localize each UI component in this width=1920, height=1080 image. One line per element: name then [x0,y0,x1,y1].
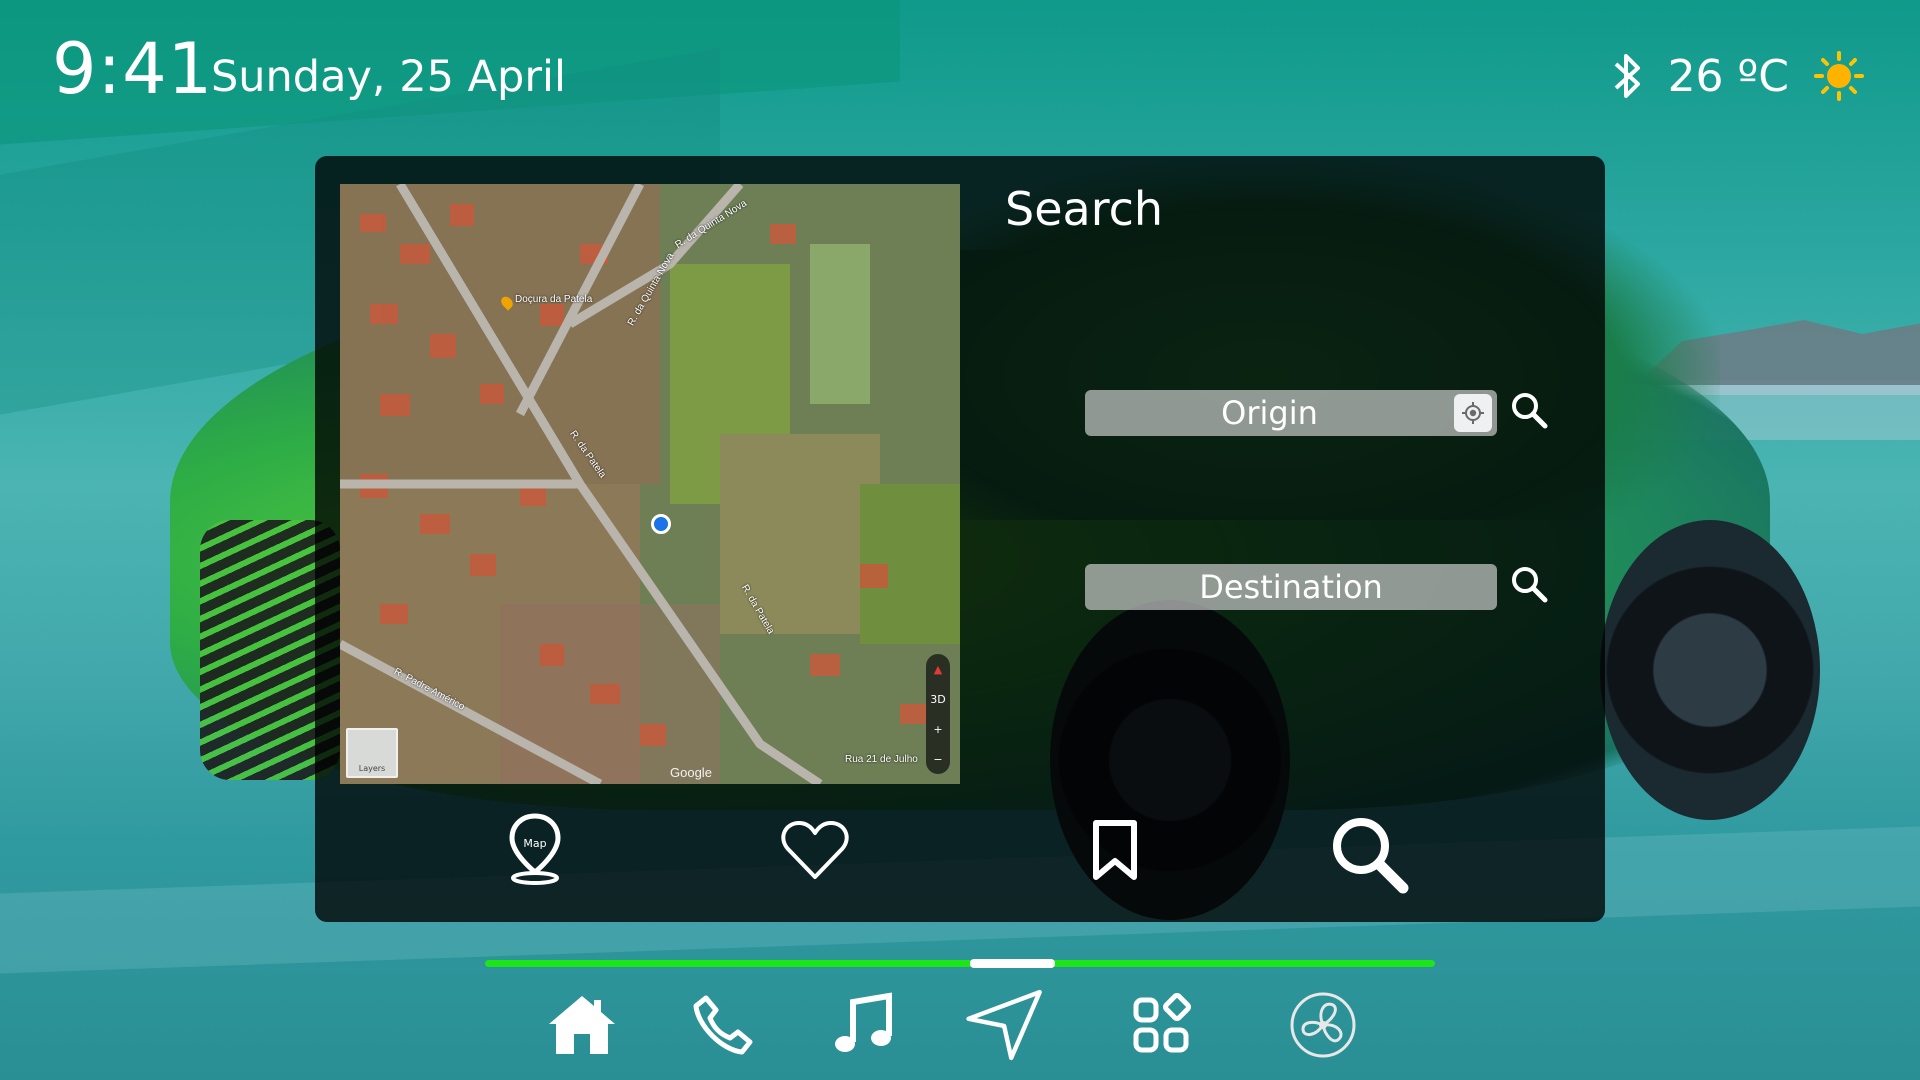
dock-phone-button[interactable] [683,985,763,1065]
temperature-readout: 26 ºC [1667,50,1789,102]
bottom-dock [0,985,1920,1080]
tab-favorites[interactable] [775,810,855,890]
map-controls: ▲ 3D + − [926,654,950,774]
navigation-arrow-icon [966,989,1042,1061]
dock-home-button[interactable] [542,985,622,1065]
street-label: Rua 21 de Julho [845,754,918,765]
satellite-map[interactable]: Doçura da Patela R. da Quinta Nova R. da… [340,184,960,784]
sun-icon [1813,50,1865,102]
current-location-dot [651,514,671,534]
map-zoom-in-button[interactable]: + [933,723,942,736]
map-layers-button[interactable]: Layers [346,728,398,778]
locate-me-button[interactable] [1454,394,1492,432]
crosshair-icon [1462,402,1484,424]
heart-icon [781,821,849,879]
bookmark-icon [1093,820,1137,880]
origin-field[interactable]: Origin [1085,390,1497,436]
svg-text:Map: Map [523,837,546,850]
search-title: Search [1005,182,1164,236]
navigation-search-panel: Doçura da Patela R. da Quinta Nova R. da… [315,156,1605,922]
dock-navigation-button[interactable] [965,985,1045,1065]
map-3d-button[interactable]: 3D [930,693,945,706]
fan-icon [1290,992,1356,1058]
phone-icon [693,995,753,1055]
dock-climate-button[interactable] [1283,985,1363,1065]
page-indicator[interactable] [485,959,1435,968]
poi-label: Doçura da Patela [515,294,593,305]
search-icon [1512,567,1548,603]
bluetooth-icon[interactable] [1610,50,1644,102]
map-zoom-out-button[interactable]: − [933,753,942,766]
map-attribution: Google [670,765,712,780]
dock-apps-button[interactable] [1125,985,1205,1065]
compass-icon[interactable]: ▲ [934,663,942,676]
tab-search[interactable] [1320,810,1420,900]
music-icon [835,992,892,1052]
panel-tab-bar: Map [315,810,1605,900]
search-icon [1512,393,1548,429]
tab-saved[interactable] [1075,810,1155,890]
home-icon [549,996,615,1054]
origin-search-button[interactable] [1507,388,1551,432]
destination-field[interactable]: Destination [1085,564,1497,610]
search-icon [1333,818,1409,894]
map-layers-label: Layers [358,764,386,773]
status-area: 26 ºC [1610,50,1865,102]
destination-label: Destination [1199,568,1383,606]
map-pin-icon: Map [509,813,561,885]
page-indicator-thumb[interactable] [969,959,1055,968]
tab-map[interactable]: Map [495,810,575,890]
dock-music-button[interactable] [823,985,903,1065]
origin-label: Origin [1221,394,1318,432]
apps-icon [1133,993,1191,1053]
clock-date: Sunday, 25 April [211,52,566,102]
destination-search-button[interactable] [1507,562,1551,606]
clock-time: 9:41 [52,28,214,110]
